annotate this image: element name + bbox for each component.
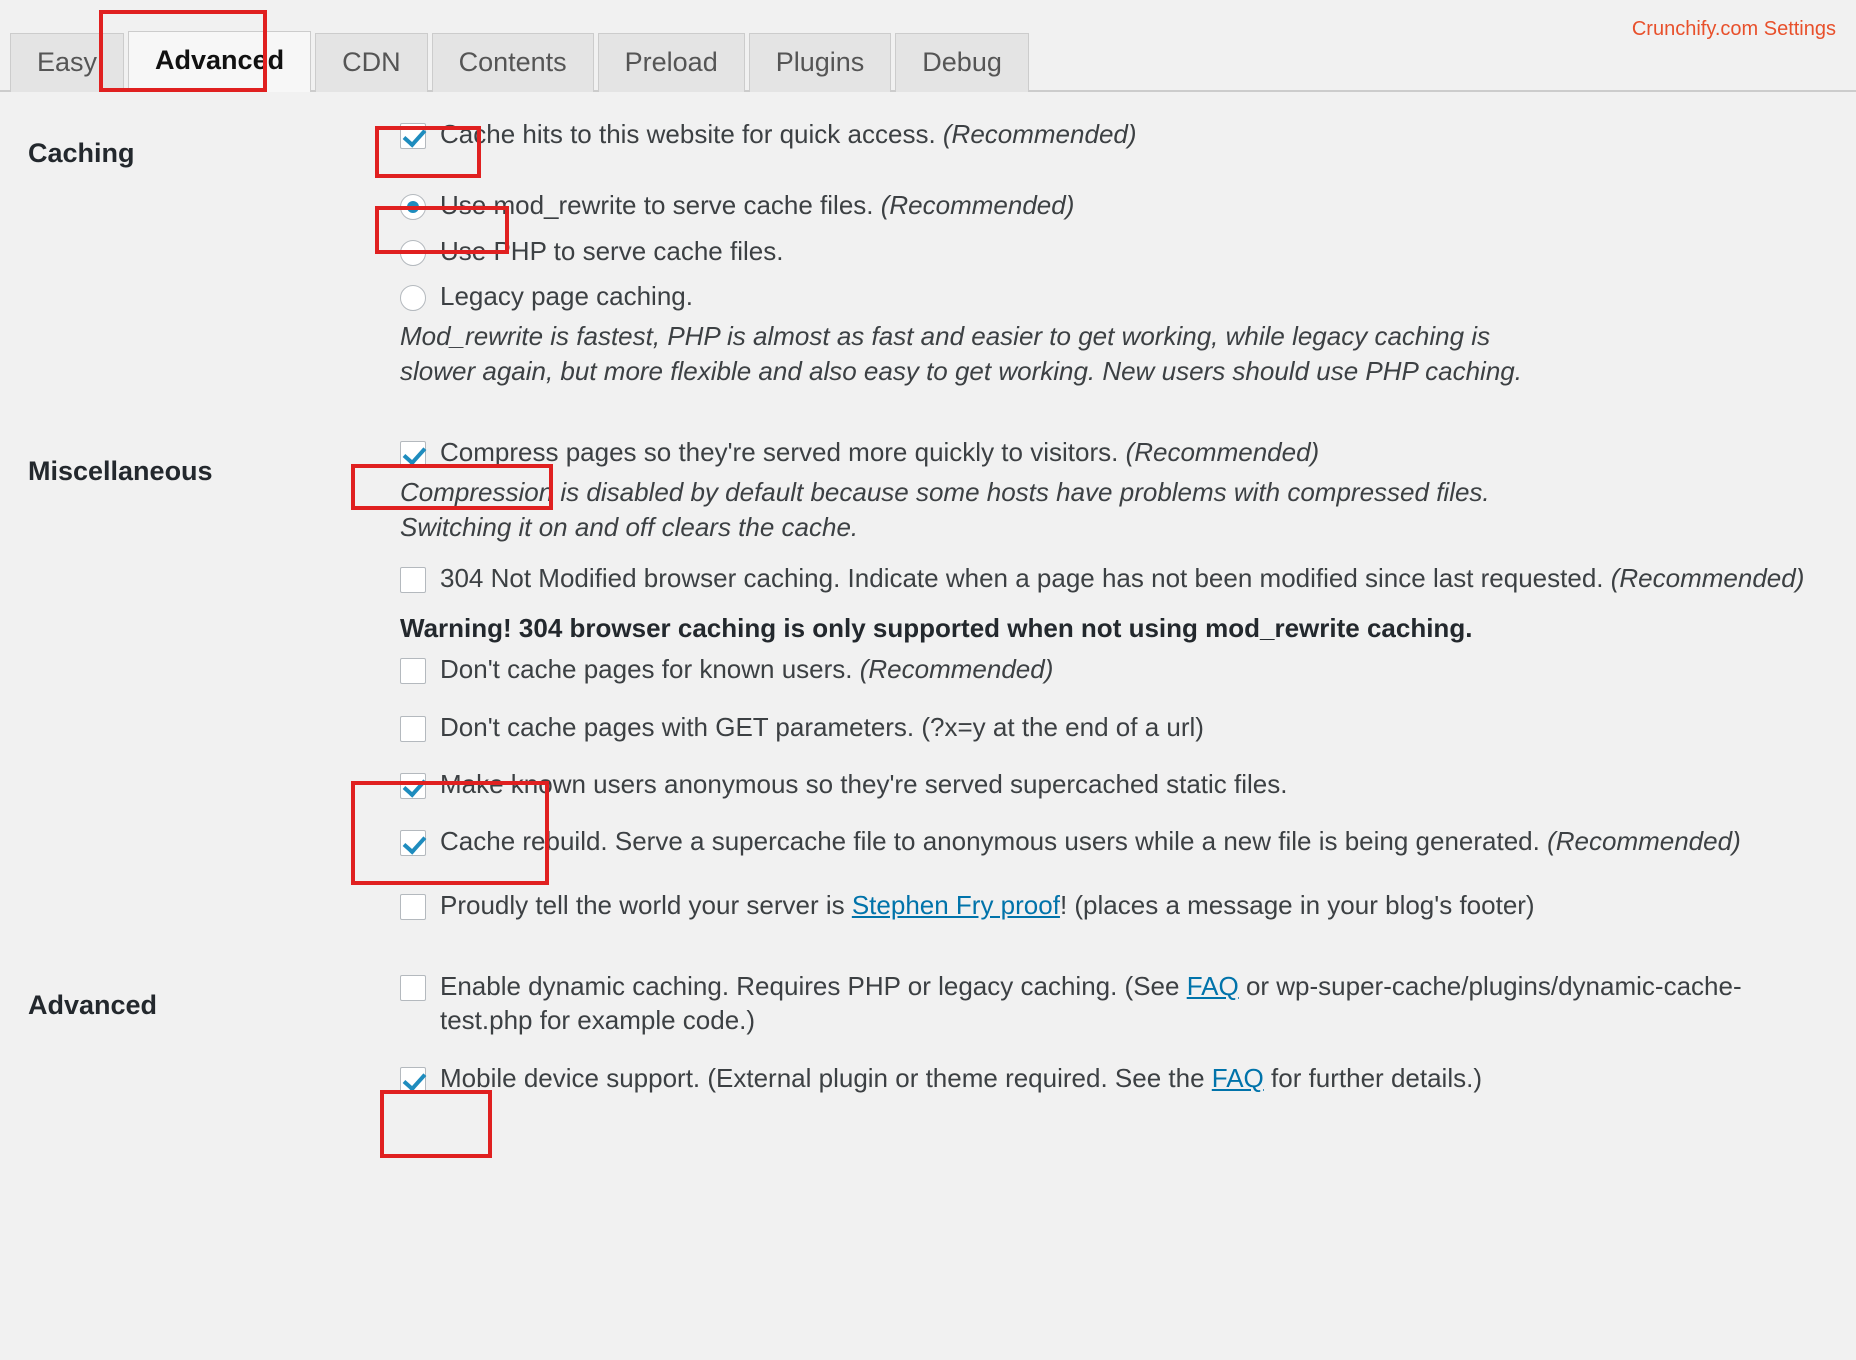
not-modified-checkbox[interactable] [400, 566, 426, 593]
option-legacy-caching[interactable]: Legacy page caching. [400, 276, 1826, 313]
option-cache-rebuild[interactable]: Cache rebuild. Serve a supercache file t… [400, 821, 1826, 858]
section-advanced: Advanced Enable dynamic caching. Require… [0, 966, 1856, 1095]
mobile-support-checkbox[interactable] [400, 1066, 426, 1093]
option-known-users[interactable]: Don't cache pages for known users. (Reco… [400, 649, 1826, 686]
option-dynamic-caching[interactable]: Enable dynamic caching. Requires PHP or … [400, 966, 1826, 1038]
tab-preload[interactable]: Preload [597, 32, 745, 92]
tab-contents[interactable]: Contents [431, 32, 594, 92]
known-users-recommended: (Recommended) [859, 654, 1054, 685]
tab-preload-label: Preload [624, 46, 718, 77]
stephen-fry-text-after: ! (places a message in your blog's foote… [1059, 889, 1535, 920]
mod-rewrite-label: Use mod_rewrite to serve cache files. (R… [440, 185, 1074, 222]
section-caching: Caching Cache hits to this website for q… [0, 114, 1856, 388]
settings-content: Caching Cache hits to this website for q… [0, 92, 1856, 1095]
section-miscellaneous-title: Miscellaneous [28, 455, 213, 486]
option-php-serve[interactable]: Use PHP to serve cache files. [400, 231, 1826, 268]
dynamic-caching-text-before: Enable dynamic caching. Requires PHP or … [440, 971, 1187, 1001]
make-anonymous-checkbox[interactable] [400, 773, 426, 800]
not-modified-label: 304 Not Modified browser caching. Indica… [440, 558, 1804, 595]
tab-easy[interactable]: Easy [10, 32, 125, 92]
mod-rewrite-recommended: (Recommended) [880, 190, 1075, 221]
tab-cdn[interactable]: CDN [315, 32, 428, 92]
option-mod-rewrite[interactable]: Use mod_rewrite to serve cache files. (R… [400, 185, 1826, 222]
tab-contents-label: Contents [458, 46, 567, 77]
option-cache-hits[interactable]: Cache hits to this website for quick acc… [400, 114, 1826, 151]
annotation-box-mobile-support [380, 1090, 492, 1158]
settings-tab-bar: Easy Advanced CDN Contents Preload Plugi… [0, 0, 1856, 92]
stephen-fry-label: Proudly tell the world your server is St… [440, 885, 1535, 922]
make-anonymous-label: Make known users anonymous so they're se… [440, 769, 1288, 800]
known-users-text: Don't cache pages for known users. [440, 654, 860, 685]
mobile-support-label: Mobile device support. (External plugin … [440, 1058, 1482, 1095]
mobile-support-faq-link[interactable]: FAQ [1212, 1063, 1264, 1093]
not-modified-text: 304 Not Modified browser caching. Indica… [440, 562, 1611, 593]
stephen-fry-text-before: Proudly tell the world your server is [440, 889, 852, 920]
known-users-checkbox[interactable] [400, 658, 426, 685]
mobile-support-text-after: for further details.) [1263, 1062, 1482, 1093]
mobile-support-text-before: Mobile device support. (External plugin … [440, 1062, 1212, 1093]
tab-debug-label: Debug [922, 46, 1002, 77]
tab-advanced-label: Advanced [155, 44, 285, 75]
cache-hits-checkbox[interactable] [400, 123, 426, 149]
cache-rebuild-label: Cache rebuild. Serve a supercache file t… [440, 821, 1741, 858]
dynamic-caching-faq-link[interactable]: FAQ [1187, 971, 1239, 1001]
tab-easy-label: Easy [37, 46, 98, 77]
tab-plugins-label: Plugins [775, 46, 865, 77]
legacy-caching-radio[interactable] [400, 284, 426, 311]
section-advanced-title: Advanced [28, 990, 158, 1020]
option-stephen-fry-proof[interactable]: Proudly tell the world your server is St… [400, 885, 1826, 922]
section-miscellaneous-body: Compress pages so they're served more qu… [400, 432, 1856, 922]
compress-text: Compress pages so they're served more qu… [440, 436, 1126, 467]
section-miscellaneous: Miscellaneous Compress pages so they're … [0, 432, 1856, 922]
php-serve-label: Use PHP to serve cache files. [440, 235, 784, 266]
stephen-fry-proof-link[interactable]: Stephen Fry proof [852, 890, 1060, 920]
get-parameters-label: Don't cache pages with GET parameters. (… [440, 711, 1204, 742]
section-caching-body: Cache hits to this website for quick acc… [400, 114, 1856, 388]
cache-rebuild-text: Cache rebuild. Serve a supercache file t… [440, 826, 1548, 857]
dynamic-caching-label: Enable dynamic caching. Requires PHP or … [440, 966, 1826, 1038]
compress-label: Compress pages so they're served more qu… [440, 432, 1319, 469]
compress-checkbox[interactable] [400, 440, 426, 467]
get-parameters-checkbox[interactable] [400, 715, 426, 742]
not-modified-recommended: (Recommended) [1610, 562, 1805, 593]
mod-rewrite-radio[interactable] [400, 194, 426, 221]
option-get-parameters[interactable]: Don't cache pages with GET parameters. (… [400, 707, 1826, 744]
tab-debug[interactable]: Debug [895, 32, 1029, 92]
option-make-anonymous[interactable]: Make known users anonymous so they're se… [400, 764, 1826, 801]
section-caching-title: Caching [28, 138, 135, 168]
mod-rewrite-text: Use mod_rewrite to serve cache files. [440, 190, 881, 221]
option-304-not-modified[interactable]: 304 Not Modified browser caching. Indica… [400, 558, 1826, 595]
serve-method-description: Mod_rewrite is fastest, PHP is almost as… [400, 321, 1522, 386]
legacy-caching-label: Legacy page caching. [440, 280, 693, 311]
tab-advanced[interactable]: Advanced [128, 30, 312, 92]
cache-rebuild-recommended: (Recommended) [1547, 826, 1741, 857]
304-warning-text: Warning! 304 browser caching is only sup… [400, 613, 1473, 644]
cache-hits-text: Cache hits to this website for quick acc… [440, 119, 943, 149]
section-advanced-body: Enable dynamic caching. Requires PHP or … [400, 966, 1856, 1095]
cache-hits-recommended: (Recommended) [942, 119, 1137, 149]
php-serve-radio[interactable] [400, 239, 426, 266]
known-users-label: Don't cache pages for known users. (Reco… [440, 649, 1053, 686]
dynamic-caching-checkbox[interactable] [400, 975, 426, 1001]
cache-hits-label: Cache hits to this website for quick acc… [440, 114, 1137, 151]
compress-description: Compression is disabled by default becau… [400, 477, 1490, 542]
tab-cdn-label: CDN [342, 46, 401, 77]
option-mobile-support[interactable]: Mobile device support. (External plugin … [400, 1058, 1826, 1095]
compress-recommended: (Recommended) [1125, 436, 1320, 467]
wp-super-cache-settings-page: Easy Advanced CDN Contents Preload Plugi… [0, 0, 1856, 1360]
tab-plugins[interactable]: Plugins [748, 32, 892, 92]
option-compress[interactable]: Compress pages so they're served more qu… [400, 432, 1826, 469]
branding-label: Crunchify.com Settings [1631, 18, 1836, 40]
stephen-fry-checkbox[interactable] [400, 893, 426, 920]
cache-rebuild-checkbox[interactable] [400, 830, 426, 857]
